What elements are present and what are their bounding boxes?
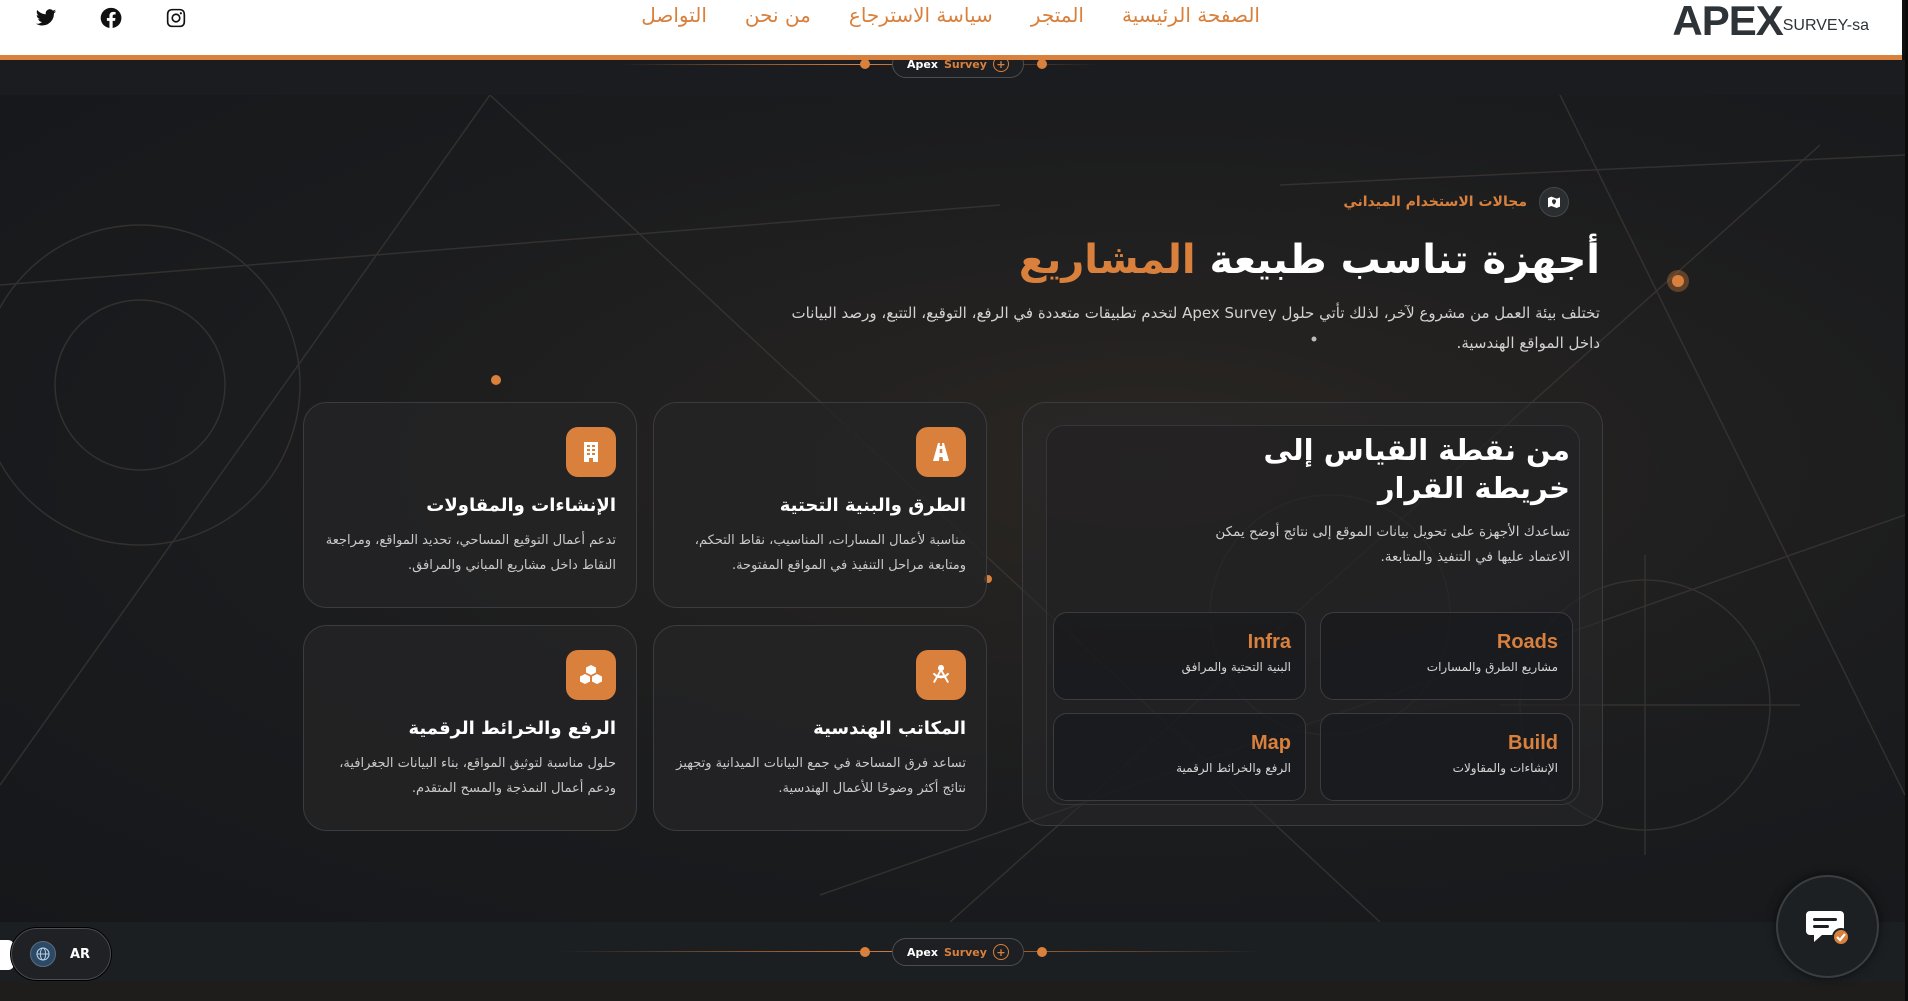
tile-label: مشاريع الطرق والمسارات [1426, 660, 1558, 674]
tile-roads: Roads مشاريع الطرق والمسارات [1320, 612, 1573, 700]
tile-key: Roads [1496, 631, 1558, 653]
card-roads-infrastructure: الطرق والبنية التحتية مناسبة لأعمال المس… [653, 402, 987, 608]
panel-title: من نقطة القياس إلى خريطة القرار [1263, 433, 1570, 505]
site-header: الصفحة الرئيسية المتجر سياسة الاسترجاع م… [0, 0, 1905, 60]
pill-brand-accent: Survey [943, 945, 987, 959]
card-text: تساعد فرق المساحة في جمع البيانات الميدا… [676, 756, 966, 796]
section-description: تختلف بيئة العمل من مشروع لآخر، لذلك تأت… [791, 304, 1600, 352]
building-icon [566, 427, 616, 477]
chat-bubble-icon [1805, 910, 1850, 946]
compass-drafting-icon [916, 650, 966, 700]
tile-label: الرفع والخرائط الرقمية [1176, 761, 1291, 775]
nav-store[interactable]: المتجر [1031, 3, 1084, 27]
card-title: الرفع والخرائط الرقمية [408, 718, 616, 739]
language-code: AR [70, 946, 91, 962]
title-accent: المشاريع [1018, 237, 1196, 283]
facebook-icon[interactable] [97, 4, 125, 32]
page-footer-edge [0, 982, 1908, 1001]
cubes-icon [566, 650, 616, 700]
card-title: الطرق والبنية التحتية [779, 495, 966, 516]
pill-brand-plain: Apex [907, 945, 938, 959]
tile-label: الإنشاءات والمقاولات [1452, 761, 1558, 775]
logo-mark: APEX [1672, 0, 1783, 44]
nav-refund-policy[interactable]: سياسة الاسترجاع [849, 3, 993, 27]
slider-pill-bottom[interactable]: Apex Survey + [892, 938, 1024, 966]
twitter-icon[interactable] [32, 4, 60, 32]
instagram-icon[interactable] [162, 4, 190, 32]
divider-dot [860, 947, 870, 957]
title-plain: أجهزة تناسب طبيعة [1209, 237, 1600, 283]
tile-key: Map [1251, 732, 1291, 754]
page: الصفحة الرئيسية المتجر سياسة الاسترجاع م… [0, 0, 1908, 1001]
plus-icon: + [992, 944, 1009, 960]
tile-map: Map الرفع والخرائط الرقمية [1053, 713, 1306, 801]
decision-map-panel: من نقطة القياس إلى خريطة القرار تساعدك ا… [1022, 402, 1603, 826]
card-title: الإنشاءات والمقاولات [426, 495, 616, 516]
divider-dot [1037, 947, 1047, 957]
card-construction: الإنشاءات والمقاولات تدعم أعمال التوقيع … [303, 402, 637, 608]
nav-home[interactable]: الصفحة الرئيسية [1122, 3, 1260, 27]
road-icon [916, 427, 966, 477]
chat-button[interactable] [1776, 875, 1879, 978]
nav-about[interactable]: من نحن [745, 3, 811, 27]
site-logo[interactable]: APEX SURVEY-sa [1672, 0, 1869, 42]
map-marker-icon [1539, 187, 1569, 217]
card-title: المكاتب الهندسية [813, 718, 966, 739]
section-title: أجهزة تناسب طبيعة المشاريع [1019, 237, 1600, 283]
divider-dot [1037, 59, 1047, 69]
tile-build: Build الإنشاءات والمقاولات [1320, 713, 1573, 801]
card-surveying-maps: الرفع والخرائط الرقمية حلول مناسبة لتوثي… [303, 625, 637, 831]
main-nav: الصفحة الرئيسية المتجر سياسة الاسترجاع م… [640, 3, 1260, 27]
panel-text: تساعدك الأجهزة على تحويل بيانات الموقع إ… [1215, 524, 1570, 565]
card-text: حلول مناسبة لتوثيق المواقع، بناء البيانا… [339, 756, 616, 796]
tile-key: Build [1508, 732, 1558, 754]
card-engineering-offices: المكاتب الهندسية تساعد فرق المساحة في جم… [653, 625, 987, 831]
tile-infra: Infra البنية التحتية والمرافق [1053, 612, 1306, 700]
use-cases-section: مجالات الاستخدام الميداني أجهزة تناسب طب… [0, 95, 1905, 922]
card-text: تدعم أعمال التوقيع المساحي، تحديد المواق… [325, 533, 616, 573]
tile-key: Infra [1247, 631, 1291, 653]
nav-contact[interactable]: التواصل [641, 3, 707, 27]
divider-dot [860, 59, 870, 69]
language-switcher[interactable]: AR [11, 928, 111, 980]
globe-icon [30, 941, 56, 967]
card-text: مناسبة لأعمال المسارات، المناسيب، نقاط ا… [694, 533, 966, 573]
tile-label: البنية التحتية والمرافق [1181, 660, 1291, 674]
logo-subtitle: SURVEY-sa [1782, 17, 1869, 34]
section-eyebrow: مجالات الاستخدام الميداني [1343, 187, 1569, 217]
eyebrow-text: مجالات الاستخدام الميداني [1343, 194, 1527, 210]
